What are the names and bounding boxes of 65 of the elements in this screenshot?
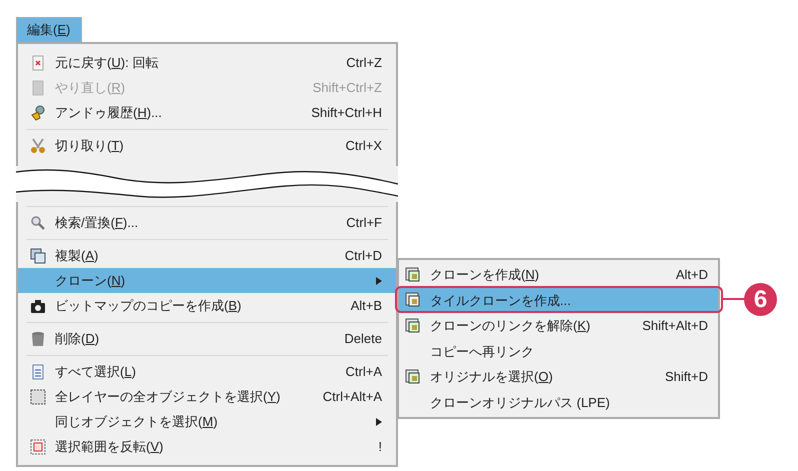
menu-item[interactable]: 切り取り(T) Ctrl+X xyxy=(18,133,396,158)
shortcut-label: Shift+D xyxy=(665,368,708,386)
menu-item-label: オリジナルを選択(O) xyxy=(430,368,553,386)
menu-item[interactable]: クローンのリンクを解除(K) Shift+Alt+D xyxy=(399,313,718,338)
trash-icon xyxy=(30,330,46,346)
menu-item[interactable]: コピーへ再リンク xyxy=(399,338,718,364)
menu-item-label: やり直し(R) xyxy=(55,78,126,97)
menu-item-label: 削除(D) xyxy=(55,330,100,348)
search-icon xyxy=(30,214,46,230)
menu-item-label: 選択範囲を反転(V) xyxy=(55,438,164,456)
shortcut-label: Ctrl+Z xyxy=(346,54,382,72)
shortcut-label: Shift+Alt+D xyxy=(642,317,708,335)
camera-icon xyxy=(30,298,46,314)
callout-number: 6 xyxy=(744,283,777,316)
shortcut-label: Alt+D xyxy=(676,266,708,284)
menu-item-label: クローンオリジナルパス (LPE) xyxy=(430,394,610,412)
menu-item-label: クローンのリンクを解除(K) xyxy=(430,317,590,335)
duplicate-icon xyxy=(30,248,46,264)
document-icon xyxy=(30,54,46,70)
selection-icon xyxy=(30,438,46,454)
menu-item[interactable]: すべて選択(L) Ctrl+A xyxy=(18,359,396,384)
shortcut-label: Delete xyxy=(344,330,382,348)
document-icon xyxy=(30,364,46,380)
menu-item[interactable]: クローン(N) xyxy=(18,268,396,293)
menu-item[interactable]: 全レイヤーの全オブジェクトを選択(Y) Ctrl+Alt+A xyxy=(18,384,396,409)
menu-item[interactable]: クローンオリジナルパス (LPE) xyxy=(399,390,718,415)
selection-icon xyxy=(30,388,46,404)
menu-title[interactable]: 編集(E) xyxy=(16,17,82,42)
menu-item[interactable]: クローンを作成(N) Alt+D xyxy=(399,262,718,288)
shortcut-label: Shift+Ctrl+Z xyxy=(312,78,382,97)
shortcut-label: Ctrl+X xyxy=(346,136,382,155)
menu-item[interactable]: 元に戻す(U): 回転 Ctrl+Z xyxy=(18,50,396,75)
menu-item-label: 複製(A) xyxy=(55,246,98,265)
menu-item-label: クローン(N) xyxy=(55,272,126,290)
menu-item[interactable]: 削除(D) Delete xyxy=(18,326,396,351)
menu-item[interactable]: 同じオブジェクトを選択(M) xyxy=(18,409,396,434)
leader-line xyxy=(723,298,746,300)
menu-item[interactable]: ビットマップのコピーを作成(B) Alt+B xyxy=(18,293,396,318)
shortcut-label: Ctrl+A xyxy=(346,362,382,381)
shortcut-label: Alt+B xyxy=(350,296,382,315)
scissors-icon xyxy=(30,138,46,154)
shortcut-label: Shift+Ctrl+H xyxy=(311,104,382,122)
menu-item[interactable]: 選択範囲を反転(V) ! xyxy=(18,434,396,459)
menu-item-label: アンドゥ履歴(H)... xyxy=(55,104,162,122)
document-icon xyxy=(30,80,46,96)
menu-item-label: ビットマップのコピーを作成(B) xyxy=(55,296,242,315)
menu-item-label: 切り取り(T) xyxy=(55,136,124,155)
menu-item[interactable]: 複製(A) Ctrl+D xyxy=(18,243,396,268)
shortcut-label: ! xyxy=(378,438,382,456)
menu-item-label: タイルクローンを作成... xyxy=(430,292,571,310)
menu-item-label: 編集(E) xyxy=(27,21,70,40)
menu-item-label: 全レイヤーの全オブジェクトを選択(Y) xyxy=(55,388,280,406)
menu-item-label: コピーへ再リンク xyxy=(430,342,534,360)
shortcut-label: Ctrl+Alt+A xyxy=(322,388,382,406)
menu-item-label: クローンを作成(N) xyxy=(430,266,540,284)
shortcut-label: Ctrl+F xyxy=(346,214,382,232)
menu-item[interactable]: アンドゥ履歴(H)... Shift+Ctrl+H xyxy=(18,100,396,125)
menu-item[interactable]: 検索/置換(F)... Ctrl+F xyxy=(18,210,396,235)
menu-item-label: 元に戻す(U): 回転 xyxy=(55,54,158,72)
menu-item-label: すべて選択(L) xyxy=(55,362,136,381)
menu-item-label: 同じオブジェクトを選択(M) xyxy=(55,412,218,431)
shortcut-label: Ctrl+D xyxy=(344,246,382,265)
menu-item[interactable]: オリジナルを選択(O) Shift+D xyxy=(399,364,718,390)
key-icon xyxy=(30,104,46,120)
menu-item-label: 検索/置換(F)... xyxy=(55,214,138,232)
